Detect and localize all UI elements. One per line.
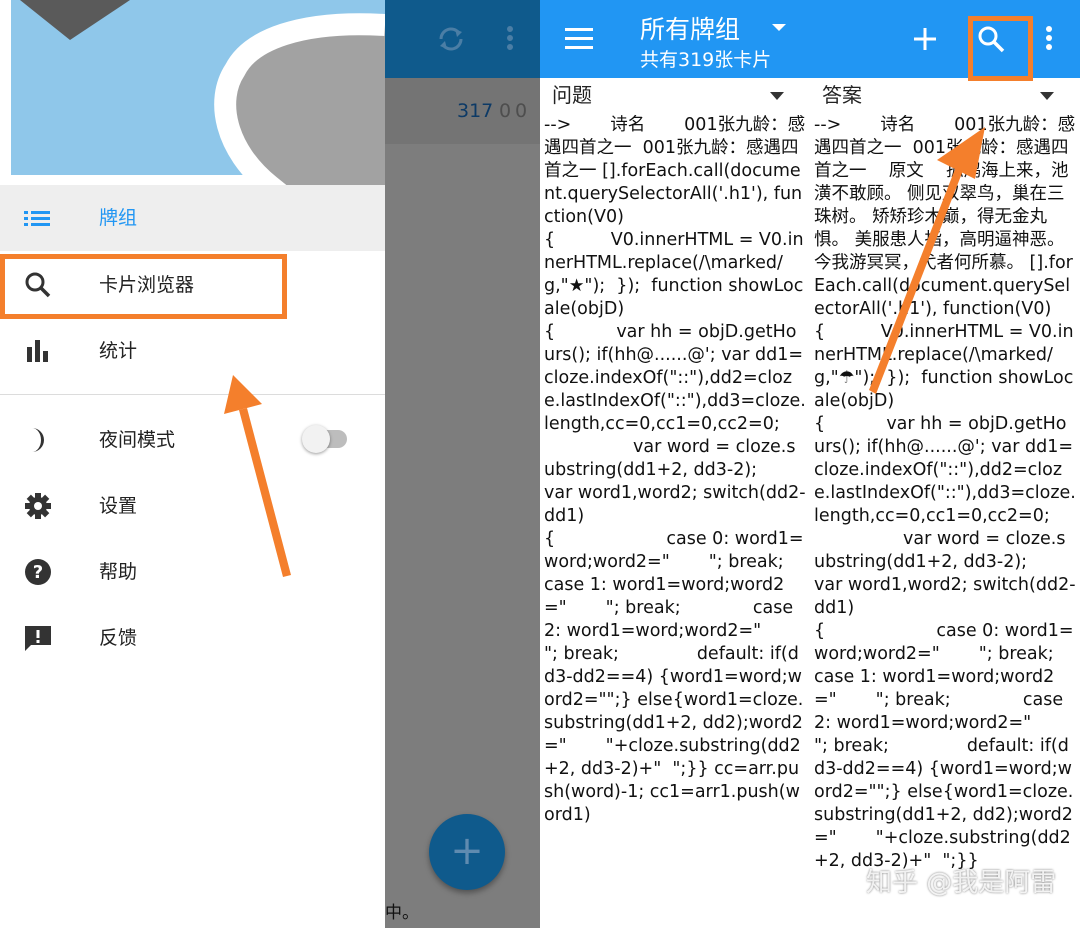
deck-new-count: 317: [457, 100, 494, 122]
overflow-menu-icon[interactable]: [505, 25, 515, 53]
column-header-label: 问题: [552, 83, 592, 107]
watermark-text: 知乎 @我是阿雷: [866, 868, 1057, 898]
drawer-item-label: 牌组: [99, 207, 138, 229]
deck-learning-count: 0: [499, 100, 512, 122]
gear-icon: [25, 493, 51, 519]
chevron-down-icon[interactable]: [1040, 92, 1054, 100]
drawer-item-label: 统计: [99, 340, 138, 362]
drawer-item-settings[interactable]: 设置: [0, 473, 385, 539]
column-header-question[interactable]: 问题: [552, 80, 814, 110]
bar-chart-icon: [27, 340, 48, 362]
help-icon: ?: [25, 559, 51, 585]
column-header-label: 答案: [822, 83, 862, 107]
deck-review-count: 0: [515, 100, 528, 122]
chevron-down-icon[interactable]: [772, 24, 786, 31]
drawer-item-decks[interactable]: 牌组: [0, 185, 385, 251]
drawer-item-label: 夜间模式: [99, 429, 176, 451]
moon-icon: [32, 428, 44, 452]
annotation-highlight-box: [968, 16, 1033, 81]
feedback-icon: [25, 626, 51, 651]
main-footer-text: 中。: [385, 903, 419, 923]
drawer-item-statistics[interactable]: 统计: [0, 318, 385, 384]
toggle-thumb[interactable]: [302, 425, 330, 453]
svg-text:?: ?: [33, 562, 43, 583]
drawer-item-label: 反馈: [99, 627, 138, 649]
drawer-divider: [0, 394, 385, 395]
navigation-drawer: 牌组 卡片浏览器 统计 夜间模式 设置 ? 帮助 反馈: [0, 0, 385, 928]
list-icon: [24, 211, 50, 226]
column-header-answer[interactable]: 答案: [822, 80, 1080, 110]
drawer-item-label: 帮助: [99, 561, 138, 583]
add-icon[interactable]: [913, 27, 937, 51]
overflow-menu-icon[interactable]: [1044, 25, 1054, 53]
answer-cell[interactable]: --> 诗名 001张九龄：感遇四首之一 001张九龄：感遇四首之一 原文 孤鸿…: [814, 114, 1076, 928]
chevron-down-icon[interactable]: [770, 92, 784, 100]
drawer-item-feedback[interactable]: 反馈: [0, 605, 385, 671]
card-browser: 所有牌组 共有319张卡片 问题 答案 --> 诗名 001张九龄：感遇四首之一…: [540, 0, 1080, 928]
annotation-highlight-box: [0, 254, 287, 319]
deck-selector-title[interactable]: 所有牌组: [640, 10, 740, 46]
sync-icon[interactable]: [435, 23, 467, 55]
add-fab-button[interactable]: +: [429, 814, 505, 890]
main-toolbar: [385, 0, 540, 78]
hamburger-menu-icon[interactable]: [565, 28, 593, 50]
drawer-item-help[interactable]: ? 帮助: [0, 539, 385, 605]
card-count-subtitle: 共有319张卡片: [640, 49, 772, 71]
drawer-header-image: [0, 0, 385, 186]
question-cell[interactable]: --> 诗名 001张九龄：感遇四首之一 001张九龄：感遇四首之一 [].fo…: [544, 114, 806, 928]
drawer-item-label: 设置: [99, 495, 138, 517]
main-screen-scrim[interactable]: 317 0 0 + 中。: [385, 0, 540, 928]
